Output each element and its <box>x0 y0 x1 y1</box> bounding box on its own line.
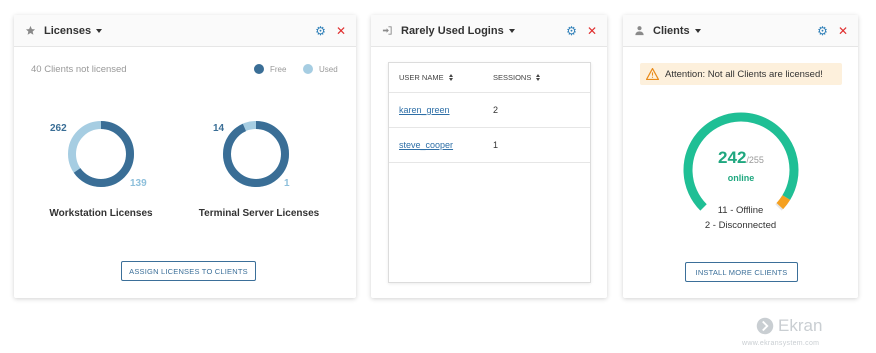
close-icon[interactable]: ✕ <box>838 24 848 38</box>
column-sessions-label: SESSIONS <box>493 73 532 82</box>
terminal-used-count: 1 <box>284 178 290 189</box>
online-count: 242 <box>718 148 747 167</box>
chevron-down-icon[interactable] <box>508 28 515 33</box>
column-user-name[interactable]: USER NAME <box>389 73 493 82</box>
donut-free-arc <box>223 121 289 187</box>
sessions-cell: 1 <box>493 140 499 150</box>
terminal-donut <box>221 119 291 189</box>
legend-used-label: Used <box>319 64 338 74</box>
table-row: karen_green 2 <box>389 93 590 128</box>
install-more-clients-button[interactable]: INSTALL MORE CLIENTS <box>685 262 798 282</box>
terminal-free-count: 14 <box>213 123 225 134</box>
licenses-header: Licenses ⚙ ✕ <box>14 15 356 47</box>
rarely-used-logins-panel: Rarely Used Logins ⚙ ✕ USER NAME SESSION… <box>371 15 607 298</box>
total-count: /255 <box>746 155 764 165</box>
table-row: steve_cooper 1 <box>389 128 590 163</box>
user-link[interactable]: steve_cooper <box>399 140 453 150</box>
warning-icon <box>646 68 659 80</box>
sort-icon[interactable] <box>536 74 541 81</box>
logins-header: Rarely Used Logins ⚙ ✕ <box>371 15 607 47</box>
gear-icon[interactable]: ⚙ <box>817 24 828 38</box>
column-sessions[interactable]: SESSIONS <box>493 73 590 82</box>
sign-in-icon <box>379 25 395 36</box>
workstation-label: Workstation Licenses <box>49 208 153 219</box>
disconnected-status: 2 - Disconnected <box>704 220 777 231</box>
workstation-free-count: 262 <box>50 123 67 134</box>
logins-table: USER NAME SESSIONS karen_green 2 steve_c… <box>388 62 591 283</box>
user-icon <box>631 25 647 36</box>
workstation-used-count: 139 <box>130 178 147 189</box>
unlicensed-clients-text: 40 Clients not licensed <box>31 64 127 75</box>
close-icon[interactable]: ✕ <box>587 24 597 38</box>
clients-header: Clients ⚙ ✕ <box>623 15 858 47</box>
logins-title[interactable]: Rarely Used Logins <box>401 25 504 37</box>
online-label: online <box>727 173 755 183</box>
clients-title[interactable]: Clients <box>653 25 690 37</box>
table-header: USER NAME SESSIONS <box>389 63 590 93</box>
column-user-name-label: USER NAME <box>399 73 444 82</box>
workstation-donut <box>66 119 136 189</box>
legend-free: Free <box>254 64 286 74</box>
ekran-logo-icon <box>756 317 774 335</box>
ekran-logo: Ekran <box>756 316 822 336</box>
chevron-down-icon[interactable] <box>96 28 103 33</box>
alert-text: Attention: Not all Clients are licensed! <box>665 68 823 80</box>
star-icon <box>22 25 38 36</box>
sort-icon[interactable] <box>448 74 453 81</box>
licenses-title[interactable]: Licenses <box>44 25 91 37</box>
brand-name: Ekran <box>778 316 823 335</box>
gear-icon[interactable]: ⚙ <box>566 24 577 38</box>
legend-free-dot <box>254 64 264 74</box>
clients-panel: Clients ⚙ ✕ Attention: Not all Clients a… <box>623 15 858 298</box>
license-alert: Attention: Not all Clients are licensed! <box>640 63 842 85</box>
legend-free-label: Free <box>270 64 287 74</box>
chevron-down-icon[interactable] <box>694 28 701 33</box>
online-count-display: 242/255 <box>679 148 803 168</box>
legend-used: Used <box>303 64 338 74</box>
assign-licenses-button[interactable]: ASSIGN LICENSES TO CLIENTS <box>121 261 256 281</box>
close-icon[interactable]: ✕ <box>336 24 346 38</box>
gear-icon[interactable]: ⚙ <box>315 24 326 38</box>
brand-url: www.ekransystem.com <box>742 340 820 347</box>
licenses-panel: Licenses ⚙ ✕ 40 Clients not licensed Fre… <box>14 15 356 298</box>
sessions-cell: 2 <box>493 105 499 115</box>
terminal-label: Terminal Server Licenses <box>198 208 320 219</box>
offline-status: 11 - Offline <box>717 205 764 216</box>
legend-used-dot <box>303 64 313 74</box>
user-link[interactable]: karen_green <box>399 105 450 115</box>
